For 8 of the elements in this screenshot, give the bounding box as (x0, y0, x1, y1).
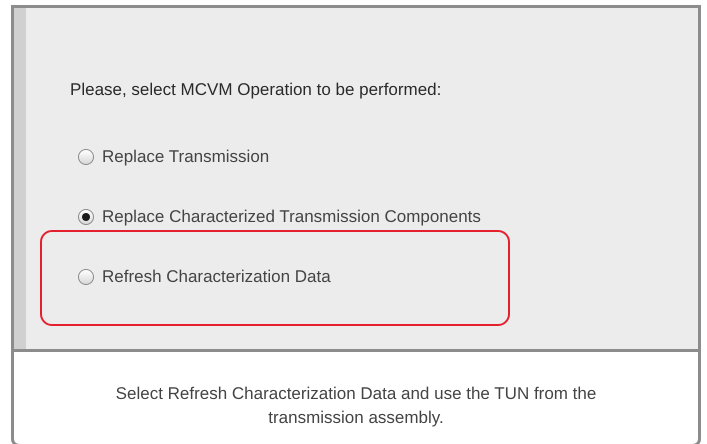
option-label: Replace Transmission (102, 146, 270, 168)
radio-button[interactable] (78, 269, 94, 285)
dialog-heading: Please, select MCVM Operation to be performed: (70, 79, 442, 101)
figure-caption: Select Refresh Characterization Data and use the TUN from the transmission assembly. (114, 383, 598, 429)
option-label: Replace Characterized Transmission Components (102, 206, 481, 228)
option-label: Refresh Characterization Data (102, 266, 331, 288)
radio-button[interactable] (78, 149, 94, 165)
radio-button[interactable] (78, 209, 94, 225)
